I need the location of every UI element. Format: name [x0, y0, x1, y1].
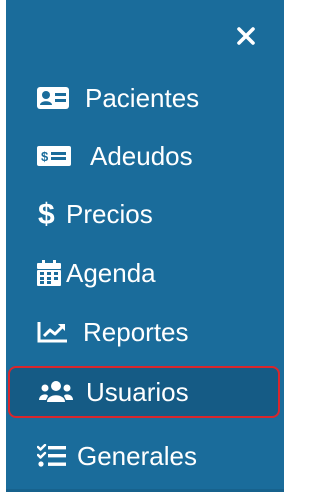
users-icon — [39, 378, 73, 406]
svg-text:$: $ — [41, 149, 49, 164]
close-icon — [237, 27, 255, 45]
sidebar-item-label: Pacientes — [85, 83, 200, 113]
id-card-icon — [37, 84, 71, 112]
sidebar: Pacientes $ Adeudos $ Precios Agenda Rep… — [6, 0, 284, 492]
close-button[interactable] — [232, 22, 260, 50]
sidebar-item-label: Precios — [66, 199, 153, 229]
chart-line-icon — [37, 318, 71, 346]
sidebar-item-label: Usuarios — [86, 377, 189, 407]
sidebar-item-reportes[interactable]: Reportes — [6, 304, 284, 360]
list-check-icon — [37, 442, 71, 470]
sidebar-item-adeudos[interactable]: $ Adeudos — [6, 128, 284, 184]
sidebar-item-precios[interactable]: $ Precios — [6, 186, 284, 242]
sidebar-item-usuarios[interactable]: Usuarios — [8, 366, 280, 418]
sidebar-item-label: Generales — [77, 441, 197, 471]
sidebar-item-agenda[interactable]: Agenda — [6, 245, 284, 301]
sidebar-item-pacientes[interactable]: Pacientes — [6, 70, 284, 126]
svg-text:$: $ — [38, 199, 55, 229]
sidebar-item-label: Reportes — [83, 317, 189, 347]
money-bill-icon: $ — [37, 142, 71, 170]
sidebar-item-label: Agenda — [66, 258, 156, 288]
sidebar-item-generales[interactable]: Generales — [6, 428, 284, 484]
sidebar-item-label: Adeudos — [90, 141, 193, 171]
